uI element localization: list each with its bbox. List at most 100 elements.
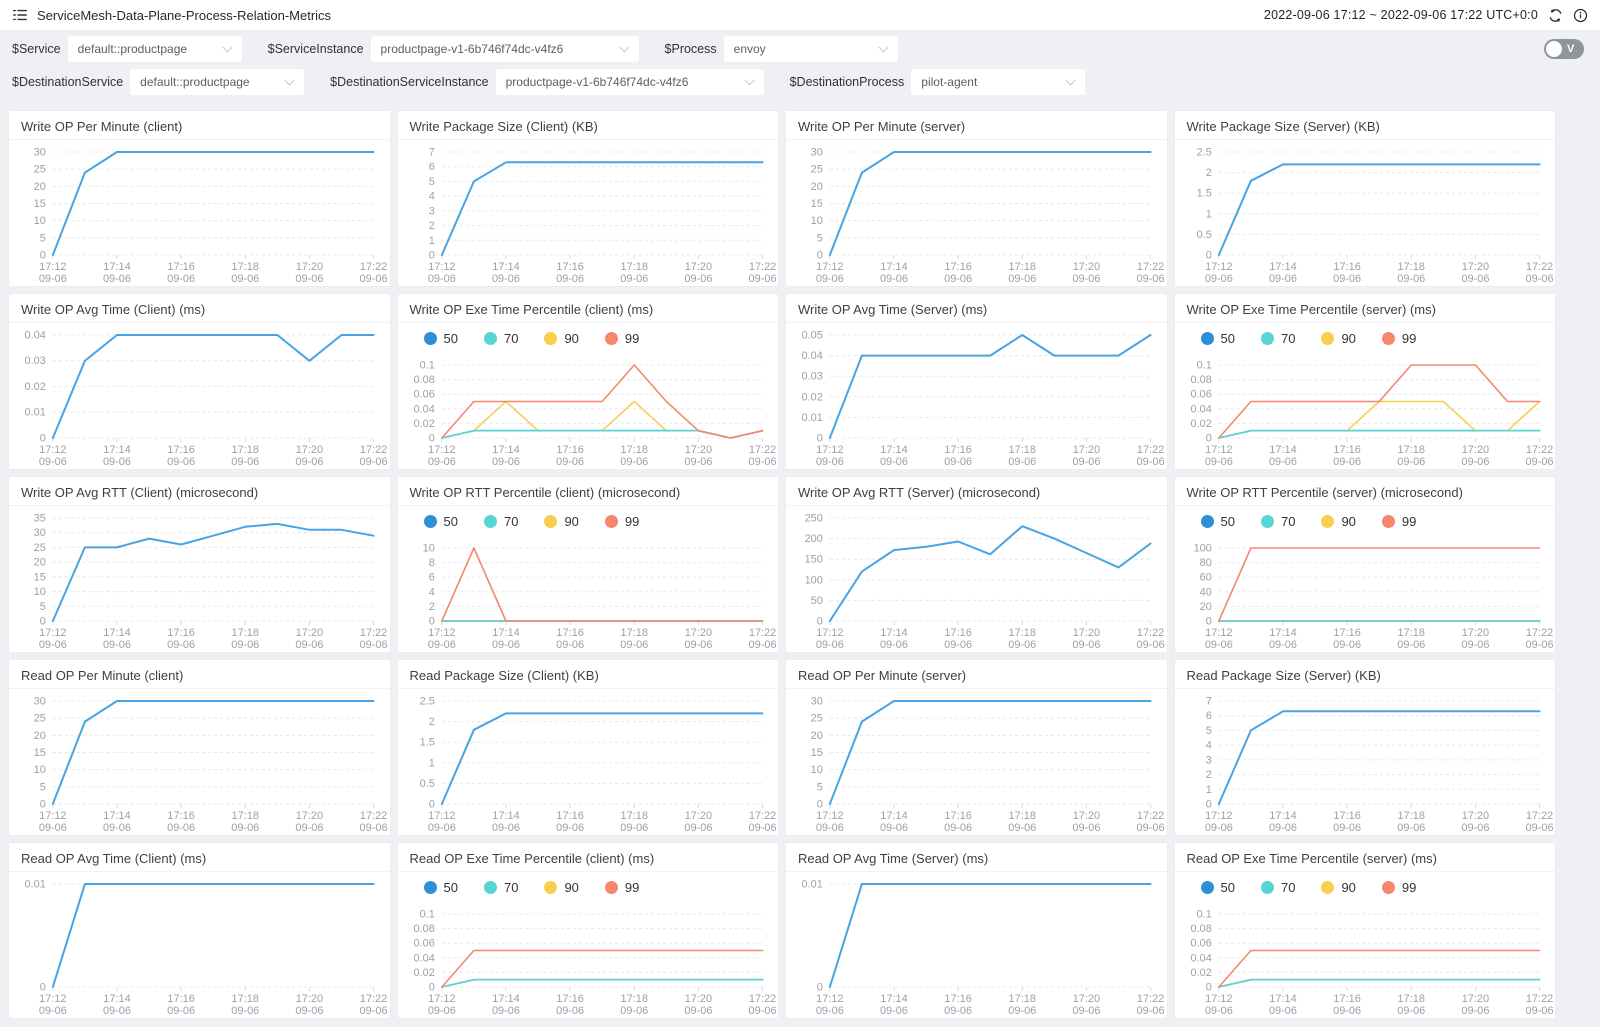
svg-text:17:1209-06: 17:1209-06 — [427, 444, 455, 468]
refresh-icon[interactable] — [1548, 8, 1563, 23]
legend-dot-icon — [424, 332, 437, 345]
legend-item[interactable]: 70 — [1261, 880, 1295, 895]
svg-text:0.1: 0.1 — [419, 908, 434, 920]
line-chart[interactable]: 00.020.040.060.080.117:1209-0617:1409-06… — [398, 902, 779, 1019]
svg-text:25: 25 — [34, 713, 46, 725]
svg-text:17:1609-06: 17:1609-06 — [1333, 261, 1361, 285]
filter-row-2: $DestinationServicedefault::productpage$… — [12, 69, 1588, 95]
legend-item[interactable]: 99 — [1382, 331, 1416, 346]
legend-item[interactable]: 90 — [1321, 880, 1355, 895]
line-chart[interactable]: 00.0117:1209-0617:1409-0617:1609-0617:18… — [9, 872, 390, 1019]
legend-item[interactable]: 99 — [605, 880, 639, 895]
svg-text:17:2009-06: 17:2009-06 — [684, 261, 712, 285]
legend-item[interactable]: 99 — [1382, 880, 1416, 895]
legend-item[interactable]: 90 — [544, 880, 578, 895]
line-chart[interactable]: 0510152025303517:1209-0617:1409-0617:160… — [9, 506, 390, 653]
legend-item[interactable]: 90 — [544, 514, 578, 529]
svg-text:17:2009-06: 17:2009-06 — [295, 627, 323, 651]
chart-legend: 50 70 90 99 — [398, 872, 779, 902]
filter-select[interactable]: productpage-v1-6b746f74dc-v4fz6 — [496, 69, 764, 95]
svg-text:30: 30 — [34, 695, 46, 707]
svg-text:17:1409-06: 17:1409-06 — [880, 261, 908, 285]
line-chart[interactable]: 05010015020025017:1209-0617:1409-0617:16… — [786, 506, 1167, 653]
edit-mode-toggle[interactable]: V — [1544, 39, 1584, 59]
svg-text:17:2009-06: 17:2009-06 — [684, 993, 712, 1017]
svg-text:17:2209-06: 17:2209-06 — [360, 444, 388, 468]
chart-legend: 50 70 90 99 — [1175, 872, 1556, 902]
line-chart[interactable]: 00.511.522.517:1209-0617:1409-0617:1609-… — [398, 689, 779, 836]
legend-item[interactable]: 50 — [424, 880, 458, 895]
filter-select[interactable]: pilot-agent — [911, 69, 1085, 95]
legend-item[interactable]: 99 — [605, 331, 639, 346]
legend-item[interactable]: 99 — [605, 514, 639, 529]
svg-text:17:1809-06: 17:1809-06 — [620, 444, 648, 468]
legend-dot-icon — [1321, 515, 1334, 528]
svg-text:0: 0 — [817, 798, 823, 810]
filter-select[interactable]: default::productpage — [130, 69, 304, 95]
svg-text:10: 10 — [34, 586, 46, 598]
legend-item[interactable]: 50 — [1201, 514, 1235, 529]
svg-text:17:1609-06: 17:1609-06 — [1333, 627, 1361, 651]
legend-item[interactable]: 90 — [1321, 514, 1355, 529]
chevron-down-icon — [1066, 76, 1076, 86]
svg-text:30: 30 — [811, 146, 823, 158]
svg-text:25: 25 — [811, 164, 823, 176]
legend-item[interactable]: 90 — [1321, 331, 1355, 346]
svg-text:7: 7 — [1205, 695, 1211, 707]
legend-label: 90 — [1341, 331, 1355, 346]
chart-card: Read OP Avg Time (Client) (ms)00.0117:12… — [8, 842, 391, 1019]
line-chart[interactable]: 00.010.020.030.0417:1209-0617:1409-0617:… — [9, 323, 390, 470]
chart-card: Write OP Avg Time (Client) (ms)00.010.02… — [8, 293, 391, 470]
svg-text:0: 0 — [817, 615, 823, 627]
svg-text:0.04: 0.04 — [413, 403, 434, 415]
line-chart[interactable]: 00.511.522.517:1209-0617:1409-0617:1609-… — [1175, 140, 1556, 287]
svg-text:0.04: 0.04 — [802, 350, 823, 362]
legend-label: 99 — [1402, 331, 1416, 346]
legend-item[interactable]: 70 — [484, 880, 518, 895]
svg-text:17:1609-06: 17:1609-06 — [944, 444, 972, 468]
legend-label: 50 — [1221, 514, 1235, 529]
filter-select[interactable]: envoy — [724, 36, 898, 62]
legend-item[interactable]: 70 — [484, 331, 518, 346]
info-icon[interactable] — [1573, 8, 1588, 23]
legend-item[interactable]: 70 — [484, 514, 518, 529]
line-chart[interactable]: 00.010.020.030.040.0517:1209-0617:1409-0… — [786, 323, 1167, 470]
legend-item[interactable]: 70 — [1261, 514, 1295, 529]
line-chart[interactable]: 00.020.040.060.080.117:1209-0617:1409-06… — [398, 353, 779, 470]
line-chart[interactable]: 024681017:1209-0617:1409-0617:1609-0617:… — [398, 536, 779, 653]
chart-title: Read OP Avg Time (Client) (ms) — [9, 843, 390, 872]
line-chart[interactable]: 05101520253017:1209-0617:1409-0617:1609-… — [9, 140, 390, 287]
legend-item[interactable]: 50 — [424, 331, 458, 346]
filter-select[interactable]: default::productpage — [68, 36, 242, 62]
chart-card: Read OP Per Minute (server)0510152025301… — [785, 659, 1168, 836]
legend-item[interactable]: 99 — [1382, 514, 1416, 529]
legend-item[interactable]: 70 — [1261, 331, 1295, 346]
svg-text:17:1809-06: 17:1809-06 — [231, 444, 259, 468]
chart-title: Write OP Avg RTT (Server) (microsecond) — [786, 477, 1167, 506]
legend-item[interactable]: 90 — [544, 331, 578, 346]
legend-dot-icon — [1201, 515, 1214, 528]
dashboard-list-icon[interactable] — [12, 7, 28, 23]
line-chart[interactable]: 00.020.040.060.080.117:1209-0617:1409-06… — [1175, 353, 1556, 470]
svg-text:17:1809-06: 17:1809-06 — [1397, 444, 1425, 468]
filter-select-value: productpage-v1-6b746f74dc-v4fz6 — [381, 42, 564, 56]
line-chart[interactable]: 0123456717:1209-0617:1409-0617:1609-0617… — [1175, 689, 1556, 836]
line-chart[interactable]: 05101520253017:1209-0617:1409-0617:1609-… — [786, 689, 1167, 836]
line-chart[interactable]: 02040608010017:1209-0617:1409-0617:1609-… — [1175, 536, 1556, 653]
svg-text:17:2209-06: 17:2209-06 — [1525, 627, 1553, 651]
svg-text:0.5: 0.5 — [419, 778, 434, 790]
line-chart[interactable]: 0123456717:1209-0617:1409-0617:1609-0617… — [398, 140, 779, 287]
time-range[interactable]: 2022-09-06 17:12 ~ 2022-09-06 17:22 UTC+… — [1264, 8, 1538, 22]
svg-text:5: 5 — [817, 781, 823, 793]
legend-item[interactable]: 50 — [1201, 331, 1235, 346]
line-chart[interactable]: 05101520253017:1209-0617:1409-0617:1609-… — [786, 140, 1167, 287]
line-chart[interactable]: 00.0117:1209-0617:1409-0617:1609-0617:18… — [786, 872, 1167, 1019]
legend-item[interactable]: 50 — [424, 514, 458, 529]
filter-select[interactable]: productpage-v1-6b746f74dc-v4fz6 — [371, 36, 639, 62]
svg-text:0.04: 0.04 — [25, 329, 46, 341]
svg-text:30: 30 — [34, 527, 46, 539]
legend-item[interactable]: 50 — [1201, 880, 1235, 895]
line-chart[interactable]: 00.020.040.060.080.117:1209-0617:1409-06… — [1175, 902, 1556, 1019]
line-chart[interactable]: 05101520253017:1209-0617:1409-0617:1609-… — [9, 689, 390, 836]
svg-text:17:2009-06: 17:2009-06 — [1461, 627, 1489, 651]
